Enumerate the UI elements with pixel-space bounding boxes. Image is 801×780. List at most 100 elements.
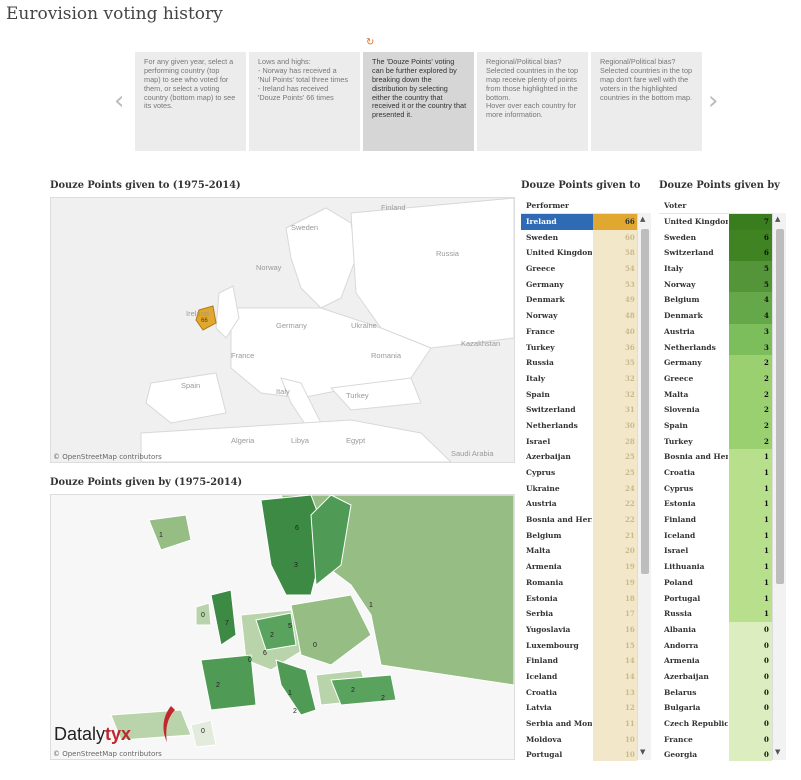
voter-row[interactable]: Portugal 1: [659, 590, 772, 607]
voter-row[interactable]: Czech Republic 0: [659, 716, 772, 732]
performer-row[interactable]: Ukraine 24: [521, 480, 637, 497]
map-douze-points-given-by[interactable]: 6 1 3 1 7 2 0 0 6 5 0 2 1 2 2 2 0 © OpenStreetMap contri…: [50, 494, 515, 760]
performer-row[interactable]: Spain 32: [521, 386, 637, 403]
performer-row[interactable]: Bosnia and Herze.. 22: [521, 512, 637, 528]
voter-row[interactable]: Norway 5: [659, 276, 772, 293]
voter-row[interactable]: Armenia 0: [659, 653, 772, 669]
previous-story-arrow-icon[interactable]: ‹: [114, 86, 124, 116]
voter-row[interactable]: Albania 0: [659, 621, 772, 638]
performer-row[interactable]: Germany 53: [521, 276, 637, 293]
story-point-3[interactable]: The 'Douze Points' voting can be further…: [363, 52, 474, 151]
scrollbar-thumb[interactable]: [641, 229, 649, 574]
performer-row[interactable]: Italy 32: [521, 370, 637, 387]
voter-row[interactable]: Germany 2: [659, 355, 772, 371]
scrollbar-thumb[interactable]: [776, 229, 784, 584]
performer-row[interactable]: Estonia 18: [521, 590, 637, 607]
voter-row[interactable]: Russia 1: [659, 606, 772, 622]
voter-row[interactable]: Bosnia and Herz.. 1: [659, 449, 772, 465]
performer-row[interactable]: Yugoslavia 16: [521, 621, 637, 638]
performer-row[interactable]: Serbia 17: [521, 606, 637, 622]
performer-row[interactable]: Croatia 13: [521, 684, 637, 701]
voter-row[interactable]: Croatia 1: [659, 465, 772, 481]
story-point-5[interactable]: Regional/Political bias? Selected countr…: [591, 52, 702, 151]
next-story-arrow-icon[interactable]: ›: [708, 86, 718, 116]
map-value-label: 2: [381, 695, 385, 702]
voter-row[interactable]: Lithuania 1: [659, 559, 772, 575]
voter-row[interactable]: Denmark 4: [659, 308, 772, 324]
performer-row[interactable]: Switzerland 31: [521, 402, 637, 418]
voter-row[interactable]: Italy 5: [659, 261, 772, 277]
voter-row[interactable]: Switzerland 6: [659, 245, 772, 262]
map-douze-points-given-to[interactable]: 66 Sweden Finland Norway Russia Ireland Germa…: [50, 197, 515, 463]
story-point-2[interactable]: Lows and highs: - Norway has received a …: [249, 52, 360, 151]
voter-row[interactable]: Malta 2: [659, 386, 772, 403]
story-point-4[interactable]: Regional/Political bias? Selected countr…: [477, 52, 588, 151]
voter-row[interactable]: France 0: [659, 731, 772, 748]
voter-row[interactable]: Poland 1: [659, 574, 772, 591]
performer-list-scrollbar[interactable]: ▲ ▼: [637, 213, 651, 760]
performer-row[interactable]: Romania 19: [521, 574, 637, 591]
performer-value: 15: [625, 640, 635, 650]
performer-row[interactable]: United Kingdom 58: [521, 245, 637, 262]
voter-row[interactable]: United Kingdom 7: [659, 214, 772, 230]
voter-row[interactable]: Cyprus 1: [659, 480, 772, 497]
voter-row[interactable]: Andorra 0: [659, 637, 772, 654]
performer-row[interactable]: Serbia and Mont.. 11: [521, 716, 637, 732]
voter-row[interactable]: Iceland 1: [659, 527, 772, 544]
scroll-down-arrow-icon[interactable]: ▼: [640, 748, 645, 756]
performer-row[interactable]: Denmark 49: [521, 292, 637, 309]
map-value-label: 1: [288, 690, 292, 697]
performer-row[interactable]: Moldova 10: [521, 731, 637, 748]
voter-row[interactable]: Spain 2: [659, 417, 772, 434]
performer-row[interactable]: Armenia 19: [521, 559, 637, 575]
performer-row[interactable]: France 40: [521, 323, 637, 340]
performer-row[interactable]: Sweden 60: [521, 229, 637, 246]
voter-row[interactable]: Greece 2: [659, 370, 772, 387]
voter-row[interactable]: Sweden 6: [659, 229, 772, 246]
performer-row[interactable]: Iceland 14: [521, 668, 637, 685]
voter-row[interactable]: Finland 1: [659, 512, 772, 528]
performer-row[interactable]: Greece 54: [521, 261, 637, 277]
datalytyx-logo: Datalytyx: [54, 724, 132, 744]
performer-row[interactable]: Belgium 21: [521, 527, 637, 544]
story-point-1[interactable]: For any given year, select a performing …: [135, 52, 246, 151]
performer-row[interactable]: Netherlands 30: [521, 417, 637, 434]
reset-icon[interactable]: ↻: [366, 37, 374, 48]
voter-value: 0: [764, 734, 769, 744]
performer-row[interactable]: Finland 14: [521, 653, 637, 669]
voter-row[interactable]: Bulgaria 0: [659, 700, 772, 716]
voter-row[interactable]: Belgium 4: [659, 292, 772, 309]
voter-row[interactable]: Netherlands 3: [659, 339, 772, 356]
performer-row[interactable]: Portugal 10: [521, 747, 637, 761]
performer-row[interactable]: Cyprus 25: [521, 465, 637, 481]
voter-row[interactable]: Slovenia 2: [659, 402, 772, 418]
performer-row[interactable]: Russia 35: [521, 355, 637, 371]
scroll-down-arrow-icon[interactable]: ▼: [775, 748, 780, 756]
performer-row[interactable]: Luxembourg 15: [521, 637, 637, 654]
scroll-up-arrow-icon[interactable]: ▲: [775, 215, 780, 223]
voter-row[interactable]: Georgia 0: [659, 747, 772, 761]
performer-value: 18: [625, 593, 635, 603]
performer-row[interactable]: Austria 22: [521, 496, 637, 513]
voter-row[interactable]: Azerbaijan 0: [659, 668, 772, 685]
voter-row[interactable]: Turkey 2: [659, 433, 772, 450]
voter-row[interactable]: Austria 3: [659, 323, 772, 340]
performer-value: 10: [625, 734, 635, 744]
voter-list-scrollbar[interactable]: ▲ ▼: [772, 213, 786, 760]
performer-row[interactable]: Israel 28: [521, 433, 637, 450]
performer-row[interactable]: Azerbaijan 25: [521, 449, 637, 465]
performer-row[interactable]: Norway 48: [521, 308, 637, 324]
performer-name: Sweden: [526, 232, 559, 242]
performer-row[interactable]: Turkey 36: [521, 339, 637, 356]
voter-value: 3: [764, 326, 769, 336]
performer-row[interactable]: Ireland 66: [521, 214, 637, 230]
performer-list[interactable]: Ireland 66 Sweden 60 United Kingdom 58 Greece 5…: [521, 213, 637, 761]
performer-row[interactable]: Latvia 12: [521, 700, 637, 716]
voter-row[interactable]: Estonia 1: [659, 496, 772, 513]
performer-value: 25: [625, 468, 635, 477]
scroll-up-arrow-icon[interactable]: ▲: [640, 215, 645, 223]
voter-list[interactable]: United Kingdom 7 Sweden 6 Switzerland 6 Italy 5…: [659, 213, 772, 761]
performer-row[interactable]: Malta 20: [521, 543, 637, 560]
voter-row[interactable]: Israel 1: [659, 543, 772, 560]
voter-row[interactable]: Belarus 0: [659, 684, 772, 701]
